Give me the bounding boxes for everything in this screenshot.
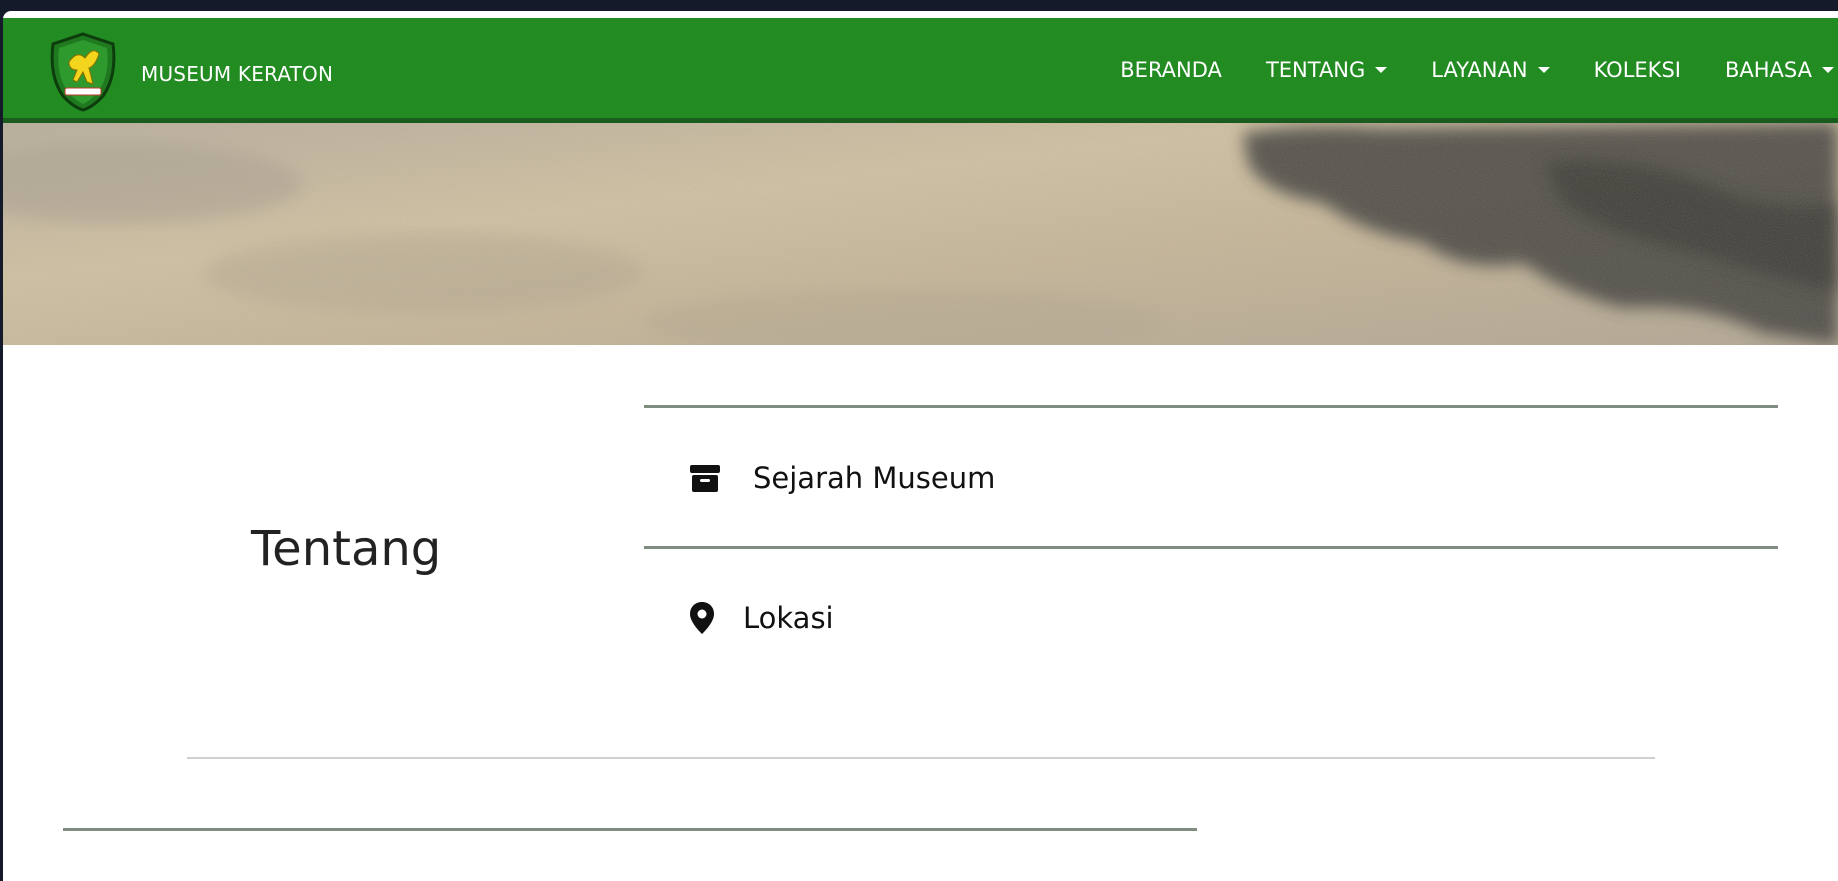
nav-item-bahasa[interactable]: BAHASA [1725, 58, 1834, 82]
section-separator [187, 757, 1655, 759]
nav-item-label: BAHASA [1724, 58, 1812, 82]
divider-line [644, 546, 1778, 549]
nav-item-tentang[interactable]: TENTANG [1265, 58, 1388, 82]
archive-box-icon [690, 465, 720, 492]
map-pin-icon [690, 602, 714, 634]
top-navbar: MUSEUM KERATON BERANDA TENTANG LAYANAN K… [3, 18, 1838, 118]
link-label: Lokasi [743, 601, 834, 635]
divider-line [63, 828, 1197, 831]
section-title: Tentang [251, 521, 442, 577]
nav-item-koleksi[interactable]: KOLEKSI [1594, 58, 1681, 82]
hero-banner-image [3, 123, 1838, 345]
divider-line [644, 405, 1778, 408]
link-sejarah-museum[interactable]: Sejarah Museum [689, 461, 995, 495]
museum-logo-icon[interactable] [47, 32, 119, 112]
main-nav: BERANDA TENTANG LAYANAN KOLEKSI BAHASA [1120, 54, 1838, 86]
nav-item-label: BERANDA [1120, 58, 1222, 82]
link-lokasi[interactable]: Lokasi [689, 601, 834, 635]
brand-name[interactable]: MUSEUM KERATON [141, 62, 333, 86]
caret-down-icon [1375, 67, 1388, 73]
link-label: Sejarah Museum [753, 461, 996, 495]
nav-item-beranda[interactable]: BERANDA [1120, 58, 1222, 82]
nav-item-label: LAYANAN [1431, 58, 1528, 82]
nav-item-layanan[interactable]: LAYANAN [1431, 58, 1550, 82]
caret-down-icon [1537, 67, 1550, 73]
nav-item-label: TENTANG [1265, 58, 1366, 82]
nav-item-label: KOLEKSI [1593, 58, 1681, 82]
caret-down-icon [1822, 67, 1834, 73]
browser-page: MUSEUM KERATON BERANDA TENTANG LAYANAN K… [3, 11, 1838, 881]
